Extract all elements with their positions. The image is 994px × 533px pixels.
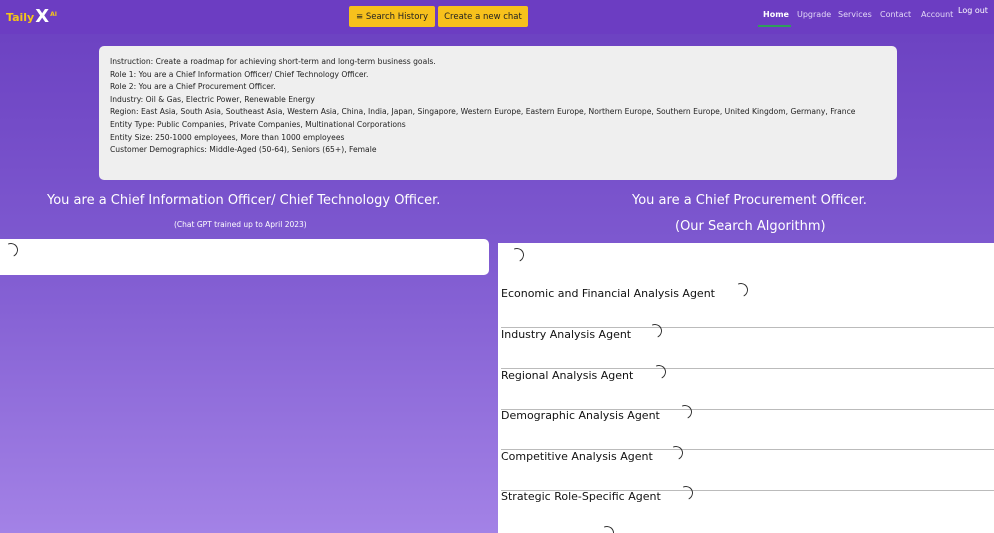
prompt-entity-size: Entity Size: 250-1000 employees, More th… — [110, 132, 345, 142]
agent-row-economic: Economic and Financial Analysis Agent — [501, 281, 994, 328]
nav-home[interactable]: Home — [763, 10, 789, 19]
agent-label: Strategic Role-Specific Agent — [501, 490, 661, 503]
prompt-role-2: Role 2: You are a Chief Procurement Offi… — [110, 82, 276, 92]
active-nav-indicator — [758, 25, 791, 27]
nav-contact[interactable]: Contact — [880, 10, 911, 19]
prompt-region: Region: East Asia, South Asia, Southeast… — [110, 107, 856, 117]
agent-label: Demographic Analysis Agent — [501, 409, 660, 422]
prompt-summary: Instruction: Create a roadmap for achiev… — [99, 46, 897, 180]
nav-services[interactable]: Services — [838, 10, 872, 19]
prompt-industry: Industry: Oil & Gas, Electric Power, Ren… — [110, 94, 315, 104]
left-response-panel — [0, 239, 489, 275]
agent-label: Economic and Financial Analysis Agent — [501, 287, 715, 300]
prompt-role-1: Role 1: You are a Chief Information Offi… — [110, 69, 369, 79]
logo-suffix: AI — [50, 10, 58, 18]
agent-row-strategic: Strategic Role-Specific Agent — [501, 484, 994, 531]
agent-row-competitive: Competitive Analysis Agent — [501, 444, 994, 491]
agent-label: Industry Analysis Agent — [501, 328, 632, 341]
agent-label: Competitive Analysis Agent — [501, 450, 653, 463]
nav-upgrade[interactable]: Upgrade — [797, 10, 831, 19]
right-role-heading: You are a Chief Procurement Officer. — [632, 193, 867, 208]
right-response-panel: Economic and Financial Analysis Agent In… — [498, 243, 994, 533]
prompt-instruction: Instruction: Create a roadmap for achiev… — [110, 57, 436, 66]
left-model-note: (Chat GPT trained up to April 2023) — [174, 220, 307, 229]
loading-spinner-icon — [2, 241, 20, 259]
search-history-button[interactable]: ≡ Search History — [349, 6, 435, 27]
loading-spinner-icon — [508, 246, 526, 264]
nav-account[interactable]: Account — [921, 10, 953, 19]
left-role-heading: You are a Chief Information Officer/ Chi… — [47, 193, 441, 208]
logo[interactable]: Taily X AI — [6, 6, 57, 28]
top-navbar: Taily X AI ≡ Search History Create a new… — [0, 0, 994, 34]
loading-spinner-icon — [732, 281, 750, 299]
new-chat-button[interactable]: Create a new chat — [438, 6, 528, 27]
logout-link[interactable]: Log out — [958, 6, 988, 15]
agent-row-demographic: Demographic Analysis Agent — [501, 403, 994, 450]
prompt-entity-type: Entity Type: Public Companies, Private C… — [110, 119, 406, 129]
agent-label: Regional Analysis Agent — [501, 369, 634, 382]
agent-row-regional: Regional Analysis Agent — [501, 363, 994, 410]
logo-mark: X — [35, 6, 50, 27]
agent-row-industry: Industry Analysis Agent — [501, 322, 994, 369]
logo-text: Taily — [6, 10, 35, 24]
right-subheading: (Our Search Algorithm) — [675, 219, 826, 234]
prompt-demographics: Customer Demographics: Middle-Aged (50-6… — [110, 145, 377, 155]
